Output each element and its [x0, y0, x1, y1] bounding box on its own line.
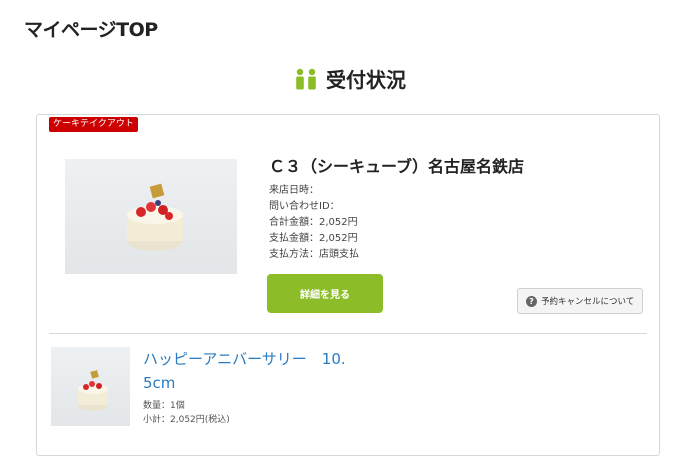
product-subtotal: 小計：2,052円(税込) [143, 415, 230, 425]
cancellation-info-button[interactable]: ? 予約キャンセルについて [517, 288, 644, 314]
product-name-link[interactable]: ハッピーアニバーサリー 10. 5cm [143, 347, 363, 395]
product-quantity: 数量：1個 [143, 401, 185, 411]
view-details-button[interactable]: 詳細を見る [267, 274, 383, 313]
order-type-badge: ケーキテイクアウト [49, 117, 138, 132]
question-icon: ? [526, 295, 537, 307]
product-meta: 数量：1個 小計：2,052円(税込) [143, 399, 230, 427]
order-card: ケーキテイクアウト Ｃ３（シーキューブ）名古屋名鉄店 来店日時： 問い合わせID… [36, 114, 660, 456]
product-name-line1: ハッピーアニバーサリー 10. [143, 350, 346, 368]
cancellation-info-label: 予約キャンセルについて [541, 297, 635, 307]
visit-datetime: 来店日時： [269, 185, 319, 196]
total-amount: 合計金額：2,052円 [269, 217, 358, 228]
payment-method: 支払方法：店頭支払 [269, 249, 359, 260]
section-header: 受付状況 [0, 64, 700, 94]
product-name-line2: 5cm [143, 374, 176, 392]
order-details: 来店日時： 問い合わせID： 合計金額：2,052円 支払金額：2,052円 支… [269, 183, 359, 263]
people-icon [296, 68, 316, 89]
cake-photo [65, 159, 237, 274]
inquiry-id: 問い合わせID： [269, 201, 340, 212]
section-title: 受付状況 [326, 68, 406, 92]
product-thumbnail[interactable] [51, 347, 130, 426]
store-name: Ｃ３（シーキューブ）名古屋名鉄店 [269, 157, 525, 176]
payment-amount: 支払金額：2,052円 [269, 233, 358, 244]
divider [49, 333, 647, 334]
page-title: マイページTOP [24, 19, 158, 41]
